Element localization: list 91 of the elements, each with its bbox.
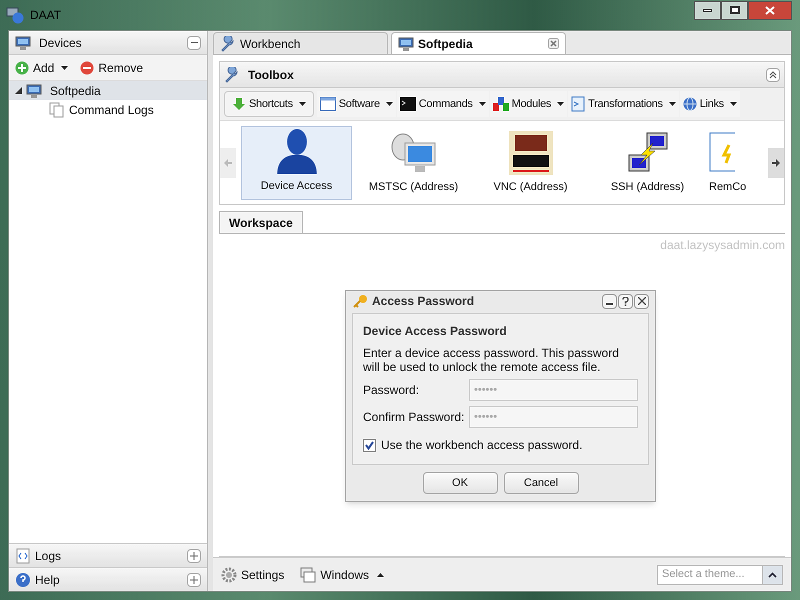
dialog-message: Enter a device access password. This password will be used to unlock the remote access file.	[363, 346, 620, 374]
caret-icon	[478, 102, 486, 106]
chevron-up-icon	[768, 572, 777, 578]
toolbox-item[interactable]: RemCo	[709, 126, 746, 200]
add-button[interactable]: Add	[15, 58, 68, 76]
toolbox-item[interactable]: SSH (Address)	[592, 126, 703, 200]
tree-item[interactable]: Command Logs	[9, 100, 207, 119]
tab[interactable]: Softpedia	[391, 32, 566, 54]
wrench-icon	[220, 36, 236, 52]
toolbox-item[interactable]: Device Access	[241, 126, 352, 200]
toolbar-menu-button[interactable]: Commands	[396, 91, 489, 117]
close-icon	[638, 297, 646, 305]
toolbar-menu-button[interactable]: Transformations	[568, 91, 679, 117]
remove-button[interactable]: Remove	[80, 58, 144, 76]
terminal-icon	[400, 97, 416, 111]
dialog-heading: Device Access Password	[363, 323, 508, 340]
tab[interactable]: Workspace	[219, 211, 303, 233]
toolbar-menu-button[interactable]: Shortcuts	[224, 91, 314, 117]
satellite-monitor-icon	[388, 131, 438, 175]
minimize-button[interactable]	[694, 0, 721, 20]
field-label: Password:	[363, 382, 420, 399]
caret-up-icon	[377, 572, 384, 576]
cancel-button[interactable]: Cancel	[504, 472, 578, 494]
toolbox-item[interactable]: VNC (Address)	[475, 126, 586, 200]
dropdown-toggle[interactable]	[762, 566, 782, 584]
panel-title: Logs	[35, 548, 62, 564]
key-icon	[352, 294, 368, 308]
plus-icon	[15, 60, 29, 74]
expand-button[interactable]	[187, 548, 201, 562]
maximize-button[interactable]	[721, 0, 748, 20]
close-button[interactable]	[634, 294, 649, 308]
collapse-button[interactable]	[766, 68, 780, 82]
close-icon	[765, 6, 775, 14]
caret-icon	[668, 102, 676, 106]
website-url: daat.lazysysadmin.com	[660, 237, 785, 254]
monitor-icon	[26, 82, 42, 98]
toolbar-menu-button[interactable]: Modules	[490, 91, 568, 117]
vnc-logo-icon	[508, 131, 552, 175]
plus-icon	[190, 576, 198, 584]
toolbar-menu-button[interactable]: Links	[680, 91, 740, 117]
tab[interactable]: Workbench	[213, 32, 388, 54]
minus-icon	[80, 60, 94, 74]
globe-icon	[682, 97, 697, 111]
close-icon[interactable]	[548, 38, 559, 49]
expand-button[interactable]	[187, 572, 201, 586]
toolbar-menu-button[interactable]: Software	[316, 91, 396, 117]
caret-icon	[386, 102, 393, 106]
settings-icon	[221, 566, 237, 582]
settings-button[interactable]: Settings	[221, 566, 284, 584]
theme-select[interactable]: Select a theme...	[657, 564, 783, 584]
wrench-icon	[224, 66, 240, 82]
windows-button[interactable]: Windows	[300, 566, 384, 584]
help-button[interactable]	[618, 294, 633, 308]
caret-icon	[298, 102, 306, 106]
dialog-title: Access Password	[372, 293, 474, 310]
close-button[interactable]	[748, 0, 792, 20]
left-arrow-icon	[224, 158, 232, 166]
help-icon	[15, 572, 31, 588]
question-mark-icon	[622, 296, 629, 306]
monitor-icon	[398, 36, 414, 52]
down-arrow-icon	[232, 97, 246, 111]
expand-triangle-icon[interactable]	[15, 87, 22, 94]
blocks-icon	[492, 97, 509, 111]
right-arrow-icon	[772, 158, 780, 166]
scroll-right-button[interactable]	[768, 148, 784, 178]
field-label: Confirm Password:	[363, 409, 466, 426]
collapse-button[interactable]	[187, 36, 201, 50]
checkbox-label: Use the workbench access password.	[381, 437, 582, 454]
monitor-icon	[15, 34, 31, 50]
plus-icon	[190, 552, 198, 560]
theme-field[interactable]: Select a theme...	[658, 566, 762, 584]
panel-header[interactable]: Help	[9, 567, 207, 591]
person-icon	[274, 126, 318, 174]
app-globe-icon	[6, 6, 24, 24]
panel-header[interactable]: Logs	[9, 543, 207, 567]
double-chevron-up-icon	[769, 70, 777, 78]
toolbox-item[interactable]: MSTSC (Address)	[358, 126, 469, 200]
code-page-icon	[15, 548, 31, 564]
panel-title: Help	[35, 572, 60, 588]
checkbox[interactable]	[363, 438, 376, 452]
panel-title: Devices	[39, 34, 82, 52]
panel-title: Toolbox	[248, 66, 294, 84]
ok-button[interactable]: OK	[422, 472, 498, 494]
windows-icon	[300, 566, 316, 582]
tree-item[interactable]: Softpedia	[9, 81, 207, 100]
pages-icon	[49, 102, 65, 118]
minimize-button[interactable]	[602, 294, 617, 308]
caret-icon	[557, 102, 564, 106]
window-title: DAAT	[30, 7, 62, 24]
caret-icon	[730, 102, 737, 106]
window-icon	[320, 97, 336, 111]
